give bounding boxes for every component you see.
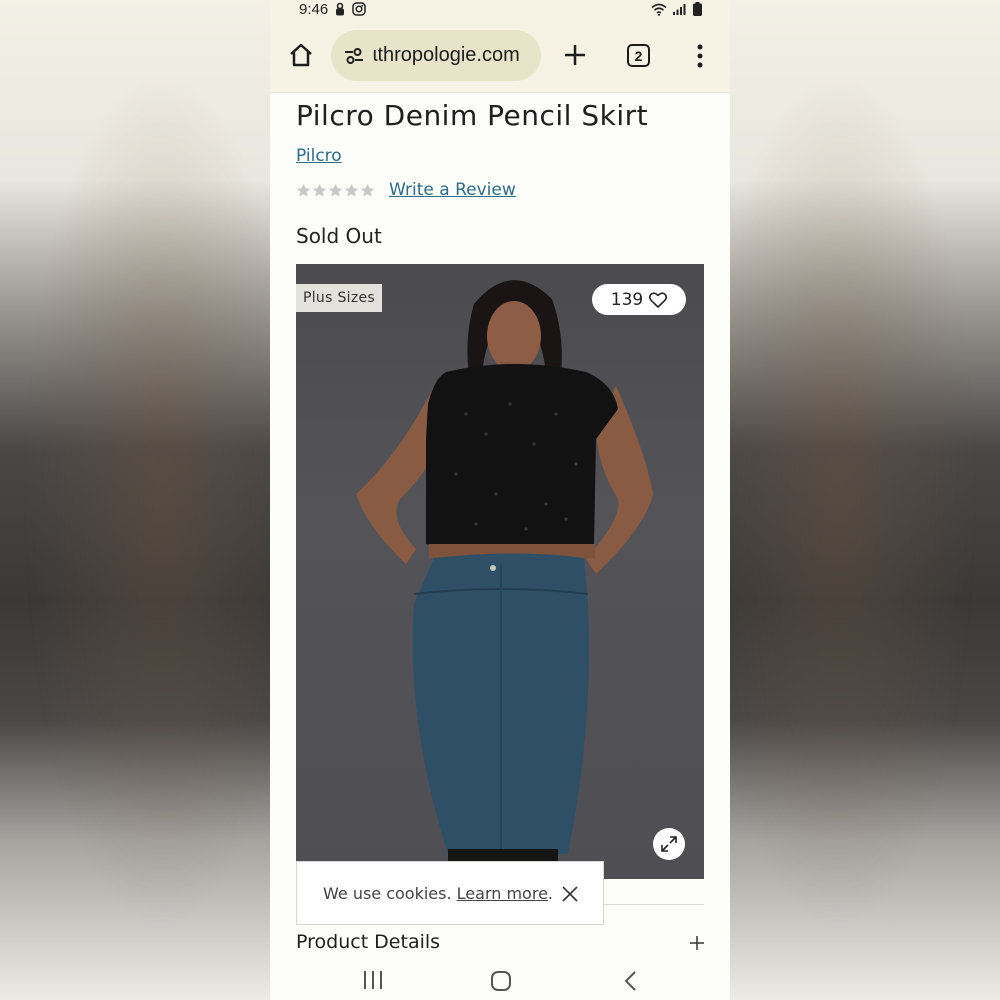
home-icon[interactable] [288, 42, 314, 68]
instagram-icon [352, 2, 366, 16]
nav-home-icon[interactable] [490, 970, 512, 992]
plus-sizes-badge: Plus Sizes [296, 284, 382, 312]
expand-icon [661, 836, 677, 852]
cookie-period: . [547, 883, 553, 903]
security-icon [336, 2, 345, 16]
product-title: Pilcro Denim Pencil Skirt [296, 99, 649, 132]
background-left-blur [0, 0, 270, 1000]
browser-toolbar: ɩthropologie.com 2 [270, 18, 730, 93]
star-rating [296, 183, 375, 198]
address-bar[interactable]: ɩthropologie.com [331, 30, 541, 81]
expand-image-button[interactable] [653, 828, 685, 860]
cookie-banner: We use cookies. Learn more. [296, 861, 604, 925]
availability-status: Sold Out [296, 224, 382, 248]
back-icon[interactable] [623, 970, 637, 992]
rating-row: Write a Review [296, 180, 516, 200]
favorite-count: 139 [610, 289, 644, 310]
plus-icon[interactable] [688, 934, 706, 952]
star-icon [328, 183, 343, 197]
star-icon [312, 183, 327, 197]
battery-icon [693, 2, 702, 16]
write-review-link[interactable]: Write a Review [389, 180, 516, 200]
learn-more-link[interactable]: Learn more [457, 884, 548, 903]
phone-screen: 9:46 ɩthropologie.com 2 Pilcro Denim Pen… [270, 0, 730, 1000]
product-image[interactable]: Plus Sizes 139 [296, 264, 704, 879]
star-icon [296, 183, 311, 197]
product-details-heading: Product Details [296, 931, 441, 953]
brand-link[interactable]: Pilcro [296, 146, 342, 166]
favorite-button[interactable]: 139 [592, 284, 686, 315]
background-right-blur [730, 0, 1000, 1000]
status-bar: 9:46 [270, 0, 730, 18]
more-menu-icon[interactable] [690, 42, 710, 70]
system-nav-bar [270, 960, 730, 1000]
site-settings-icon[interactable] [343, 45, 365, 67]
close-icon[interactable] [561, 885, 579, 903]
heart-icon [649, 291, 668, 308]
cookie-text: We use cookies. [323, 883, 457, 903]
url-text: ɩthropologie.com [373, 44, 520, 66]
recent-apps-icon[interactable] [361, 970, 385, 990]
status-time: 9:46 [299, 0, 329, 18]
star-icon [344, 183, 359, 197]
star-icon [360, 183, 375, 197]
new-tab-icon[interactable] [562, 42, 588, 68]
signal-icon [673, 4, 686, 15]
product-details-accordion[interactable]: Product Details [296, 931, 704, 957]
tab-switcher-button[interactable]: 2 [627, 44, 650, 67]
model-photo [356, 280, 653, 879]
wifi-icon [651, 3, 667, 16]
